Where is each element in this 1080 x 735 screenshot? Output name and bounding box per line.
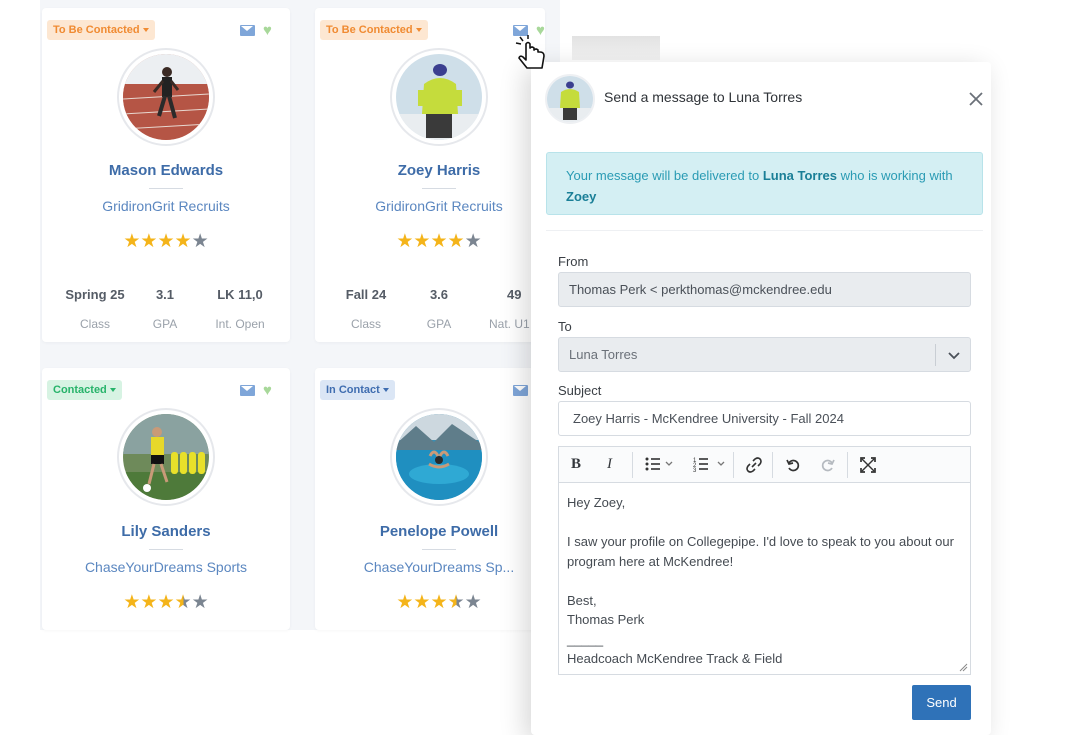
send-message-modal[interactable]: Send a message to Luna Torres Your messa… xyxy=(531,62,991,735)
star-icon: ★ xyxy=(464,592,482,613)
star-icon: ★ xyxy=(464,231,482,252)
message-form: From Thomas Perk < perkthomas@mckendree.… xyxy=(546,230,983,735)
star-icon: ★ xyxy=(123,231,141,252)
star-icon: ★ xyxy=(140,231,158,252)
divider xyxy=(149,549,183,550)
athlete-card[interactable]: To Be Contacted ♥ Mason Edwards Gridiron… xyxy=(42,8,290,342)
bullet-list-button[interactable] xyxy=(645,455,673,477)
athlete-name[interactable]: Zoey Harris xyxy=(315,162,545,179)
star-icon: ★ xyxy=(396,592,414,613)
star-icon: ★ xyxy=(430,592,448,613)
star-icon: ★ xyxy=(430,231,448,252)
chevron-down-icon xyxy=(948,352,960,360)
rating-stars: ★★★★★ xyxy=(315,230,545,253)
send-button[interactable]: Send xyxy=(912,685,971,720)
avatar xyxy=(117,48,215,146)
mail-icon[interactable] xyxy=(513,385,528,397)
status-badge[interactable]: Contacted xyxy=(47,380,122,400)
stat-class: Fall 24 Class xyxy=(345,287,387,331)
fullscreen-icon[interactable] xyxy=(860,457,876,477)
star-icon: ★ xyxy=(123,592,141,613)
svg-text:3: 3 xyxy=(693,468,697,473)
star-icon: ★ xyxy=(140,592,158,613)
avatar xyxy=(390,408,488,506)
stat-event: LK 11,0 Int. Open xyxy=(215,287,265,331)
mail-icon[interactable] xyxy=(240,385,255,397)
star-icon: ★ xyxy=(157,231,175,252)
heart-icon[interactable]: ♥ xyxy=(263,23,272,38)
hand-pointer-icon xyxy=(515,35,545,69)
editor-toolbar: B I 123 xyxy=(558,446,971,482)
delivery-info-alert: Your message will be delivered to Luna T… xyxy=(546,152,983,215)
stat-class: Spring 25 Class xyxy=(65,287,125,331)
athlete-name[interactable]: Lily Sanders xyxy=(42,523,290,540)
bold-button[interactable]: B xyxy=(571,456,581,473)
athlete-name[interactable]: Penelope Powell xyxy=(315,523,545,540)
heart-icon[interactable]: ♥ xyxy=(263,383,272,398)
athlete-name[interactable]: Mason Edwards xyxy=(42,162,290,179)
athlete-org[interactable]: GridironGrit Recruits xyxy=(42,198,290,214)
modal-shadow xyxy=(572,36,660,60)
star-icon: ★ xyxy=(413,231,431,252)
resize-handle-icon[interactable] xyxy=(958,662,968,672)
to-select[interactable]: Luna Torres xyxy=(558,337,971,372)
status-badge[interactable]: In Contact xyxy=(320,380,395,400)
avatar xyxy=(390,48,488,146)
card-actions xyxy=(505,382,528,400)
card-actions: ♥ xyxy=(232,382,272,400)
to-label: To xyxy=(558,319,572,334)
divider xyxy=(422,549,456,550)
rating-stars: ★★★★★ xyxy=(42,230,290,253)
italic-button[interactable]: I xyxy=(607,456,612,473)
divider xyxy=(149,188,183,189)
athlete-org[interactable]: GridironGrit Recruits xyxy=(315,198,545,214)
athlete-card[interactable]: To Be Contacted ♥ Zoey Harris GridironGr… xyxy=(315,8,545,342)
subject-input[interactable]: Zoey Harris - McKendree University - Fal… xyxy=(558,401,971,436)
star-icon: ★ xyxy=(157,592,175,613)
status-badge[interactable]: To Be Contacted xyxy=(320,20,428,40)
star-icon: ★ xyxy=(191,231,209,252)
numbered-list-button[interactable]: 123 xyxy=(693,455,727,477)
stat-gpa: 3.6 GPA xyxy=(426,287,452,331)
status-badge[interactable]: To Be Contacted xyxy=(47,20,155,40)
modal-title: Send a message to Luna Torres xyxy=(604,89,803,105)
star-icon: ★ xyxy=(447,231,465,252)
athlete-card[interactable]: Contacted ♥ Lily Sanders ChaseYourDreams… xyxy=(42,368,290,630)
star-icon: ★ xyxy=(191,592,209,613)
rating-stars: ★★★★★ xyxy=(315,591,545,614)
star-half-icon: ★ xyxy=(174,592,192,613)
message-body-editor[interactable]: Hey Zoey, I saw your profile on Collegep… xyxy=(558,482,971,675)
athlete-org[interactable]: ChaseYourDreams Sp... xyxy=(315,559,545,575)
star-icon: ★ xyxy=(396,231,414,252)
subject-label: Subject xyxy=(558,383,602,398)
mail-icon[interactable] xyxy=(240,25,255,37)
star-half-icon: ★ xyxy=(447,592,465,613)
star-icon: ★ xyxy=(413,592,431,613)
redo-icon[interactable] xyxy=(820,457,836,477)
stat-gpa: 3.1 GPA xyxy=(152,287,178,331)
star-icon: ★ xyxy=(174,231,192,252)
athlete-org[interactable]: ChaseYourDreams Sports xyxy=(42,559,290,575)
divider xyxy=(422,188,456,189)
card-actions: ♥ xyxy=(232,22,272,40)
rating-stars: ★★★★★ xyxy=(42,591,290,614)
undo-icon[interactable] xyxy=(785,457,801,477)
athlete-card[interactable]: In Contact Penelope Powell ChaseYourDrea… xyxy=(315,368,545,630)
recipient-avatar xyxy=(545,74,595,124)
avatar xyxy=(117,408,215,506)
from-label: From xyxy=(558,254,589,269)
link-icon[interactable] xyxy=(746,457,762,477)
close-icon[interactable] xyxy=(967,90,985,108)
from-field: Thomas Perk < perkthomas@mckendree.edu xyxy=(558,272,971,307)
